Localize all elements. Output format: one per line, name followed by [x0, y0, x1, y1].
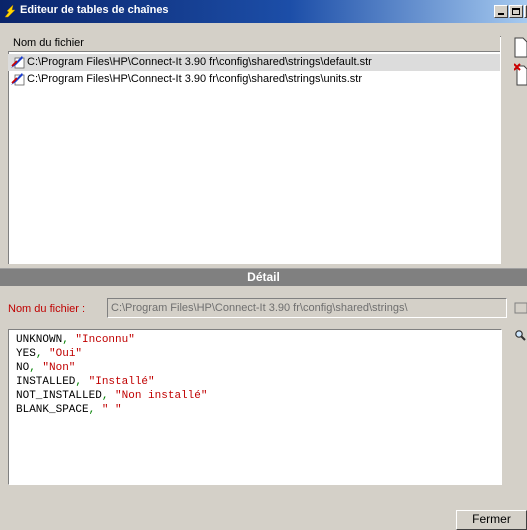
string-key: NOT_INSTALLED — [16, 390, 102, 402]
separator: , — [29, 362, 43, 374]
editor-line[interactable]: BLANK_SPACE, " " — [16, 403, 207, 417]
app-icon — [4, 4, 18, 18]
filename-value: C:\Program Files\HP\Connect-It 3.90 fr\c… — [111, 302, 408, 314]
string-key: YES — [16, 348, 36, 360]
string-key: BLANK_SPACE — [16, 404, 89, 416]
close-button[interactable]: Fermer — [456, 510, 527, 530]
string-key: INSTALLED — [16, 376, 76, 388]
maximize-button[interactable] — [509, 5, 523, 18]
separator: , — [35, 348, 50, 360]
file-list-header[interactable]: Nom du fichier — [8, 36, 500, 52]
editor-line[interactable]: YES, "Oui" — [16, 347, 207, 361]
string-value: "Non installé" — [115, 390, 208, 402]
detail-title: Détail — [247, 270, 280, 284]
separator: , — [75, 376, 89, 388]
minimize-icon — [498, 13, 504, 15]
delete-file-button[interactable] — [513, 62, 527, 86]
filename-label: Nom du fichier : — [8, 303, 86, 315]
string-value: "Inconnu" — [75, 334, 135, 346]
editor-line[interactable]: NO, "Non" — [16, 361, 207, 375]
editor-line[interactable]: UNKNOWN, "Inconnu" — [16, 333, 207, 347]
editor-content[interactable]: UNKNOWN, "Inconnu" YES, "Oui" NO, "Non" INS… — [16, 333, 207, 417]
string-file-icon — [10, 72, 26, 86]
separator: , — [88, 404, 102, 416]
string-value: "Non" — [42, 362, 76, 374]
string-key: NO — [16, 362, 30, 374]
browse-button[interactable] — [514, 299, 527, 317]
string-value: " " — [101, 404, 122, 416]
editor-line[interactable]: INSTALLED, "Installé" — [16, 375, 207, 389]
filename-field: C:\Program Files\HP\Connect-It 3.90 fr\c… — [107, 298, 507, 318]
window-title: Editeur de tables de chaînes — [20, 4, 169, 16]
file-list-row[interactable]: C:\Program Files\HP\Connect-It 3.90 fr\c… — [8, 71, 500, 88]
column-header-filename: Nom du fichier — [13, 37, 84, 49]
string-value: "Oui" — [49, 348, 83, 360]
editor-line[interactable]: NOT_INSTALLED, "Non installé" — [16, 389, 207, 403]
minimize-button[interactable] — [494, 5, 508, 18]
separator: , — [101, 390, 116, 402]
string-value: "Installé" — [88, 376, 155, 388]
new-file-button[interactable] — [514, 36, 527, 58]
file-path: C:\Program Files\HP\Connect-It 3.90 fr\c… — [27, 56, 372, 68]
string-key: UNKNOWN — [16, 334, 63, 346]
search-button[interactable] — [514, 329, 527, 344]
file-path: C:\Program Files\HP\Connect-It 3.90 fr\c… — [27, 73, 363, 85]
file-list-row[interactable]: C:\Program Files\HP\Connect-It 3.90 fr\c… — [8, 54, 500, 71]
string-table-editor[interactable]: UNKNOWN, "Inconnu" YES, "Oui" NO, "Non" INS… — [8, 329, 502, 485]
string-file-icon — [10, 55, 26, 69]
maximize-icon — [512, 8, 520, 15]
detail-splitter[interactable]: Détail — [0, 268, 527, 286]
separator: , — [62, 334, 76, 346]
